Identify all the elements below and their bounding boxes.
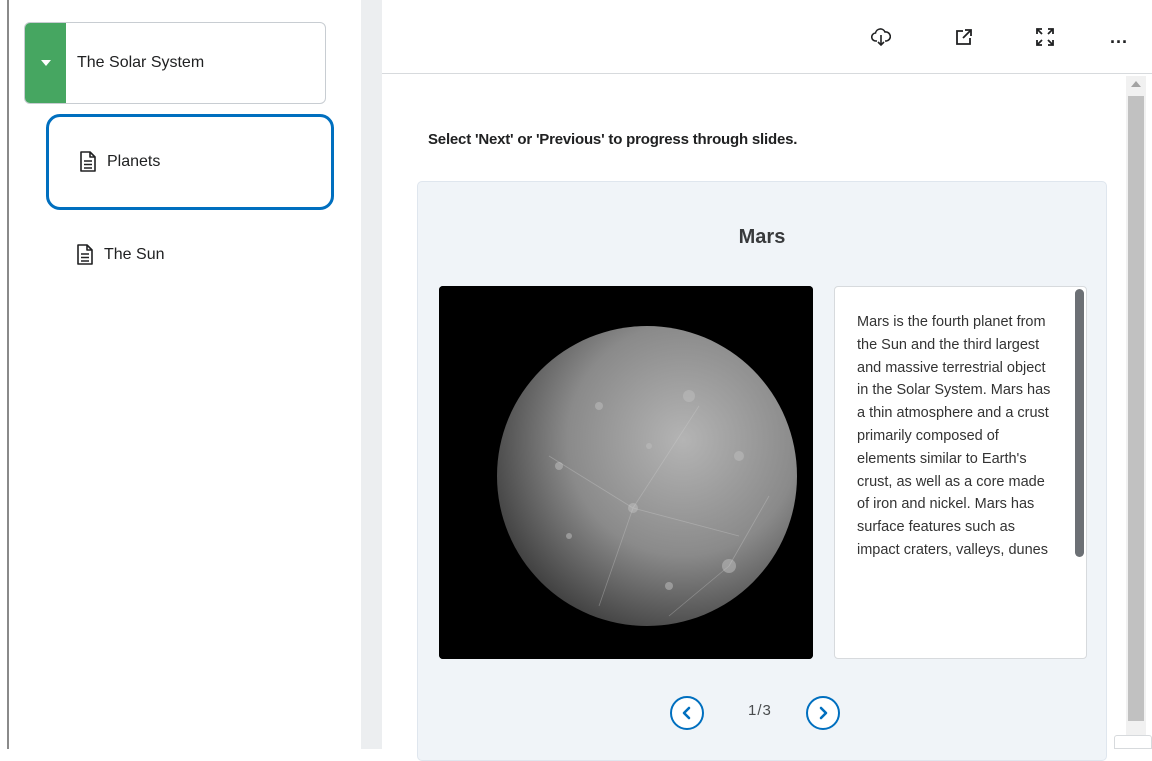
- slide-title: Mars: [738, 226, 786, 248]
- sidebar-item-planets[interactable]: Planets: [46, 114, 334, 210]
- document-icon: [80, 151, 96, 172]
- more-options-button[interactable]: ...: [1104, 22, 1134, 52]
- next-slide-button[interactable]: [806, 696, 840, 730]
- more-options-icon: ...: [1109, 26, 1128, 47]
- open-new-window-button[interactable]: [949, 22, 979, 52]
- caret-down-icon: [40, 60, 51, 66]
- slide-page-indicator: 1/3: [748, 702, 772, 719]
- download-icon: [871, 28, 891, 47]
- content-viewer: ... Select 'Next' or 'Previous' to progr…: [382, 0, 1152, 761]
- chevron-right-icon: [819, 706, 828, 720]
- sidebar: [9, 0, 361, 749]
- document-icon: [77, 244, 93, 265]
- open-new-window-icon: [956, 29, 972, 45]
- corner-tab: [1114, 735, 1152, 749]
- sidebar-item-the-sun[interactable]: The Sun: [76, 243, 164, 267]
- chevron-left-icon: [682, 706, 691, 720]
- fullscreen-icon: [1036, 28, 1054, 46]
- toolbar: ...: [382, 0, 1152, 74]
- previous-slide-button[interactable]: [670, 696, 704, 730]
- planet-image: [439, 286, 813, 659]
- scroll-up-arrow-icon[interactable]: [1131, 81, 1141, 87]
- description-scrollbar[interactable]: [1075, 289, 1084, 557]
- slide-card: Mars Mars is the fourth planet from the …: [417, 181, 1107, 761]
- planet-illustration: [439, 286, 813, 659]
- download-button[interactable]: [866, 22, 896, 52]
- slide-description: Mars is the fourth planet from the Sun a…: [857, 314, 1051, 558]
- fullscreen-button[interactable]: [1030, 22, 1060, 52]
- sidebar-item-label: The Sun: [104, 246, 165, 263]
- module-expand-toggle[interactable]: [25, 23, 66, 103]
- instructions-text: Select 'Next' or 'Previous' to progress …: [428, 131, 798, 148]
- slide-description-panel[interactable]: Mars is the fourth planet from the Sun a…: [834, 286, 1087, 659]
- module-the-solar-system[interactable]: The Solar System: [24, 22, 326, 104]
- scrollbar-thumb[interactable]: [1128, 96, 1144, 721]
- sidebar-item-label: Planets: [107, 153, 161, 170]
- module-title: The Solar System: [77, 54, 205, 71]
- content-scrollbar[interactable]: [1126, 76, 1146, 749]
- pane-divider[interactable]: [361, 0, 382, 749]
